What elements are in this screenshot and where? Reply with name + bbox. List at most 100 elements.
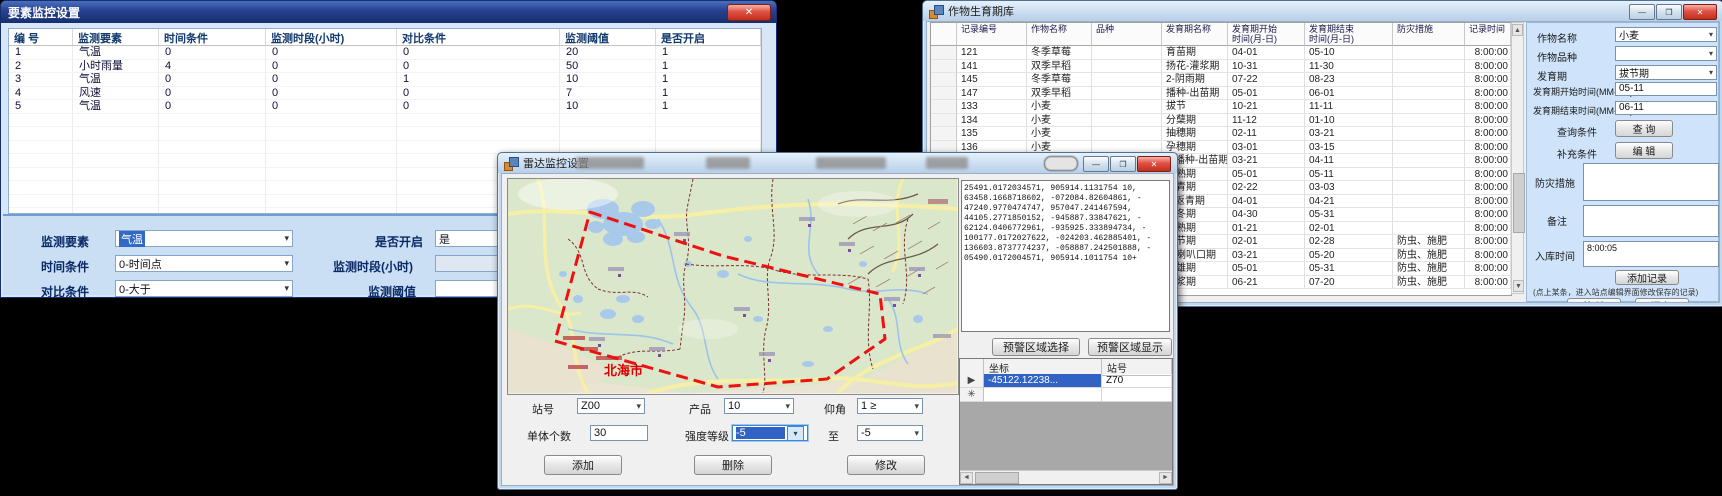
table-row[interactable]: 121冬季草莓育苗期04-0105-108:00:00 [931,46,1511,60]
table-row[interactable]: 145冬季草莓2-阴雨期07-2208-238:00:00 [931,73,1511,87]
table-cell: 05-31 [1305,262,1393,276]
titlebar[interactable]: 要素监控设置 ✕ [1,1,776,23]
station-cell[interactable]: Z70 [1102,374,1172,388]
table-cell[interactable]: 监测时段(小时) [266,29,397,45]
table-cell: 2-阴雨期 [1162,73,1228,87]
table-cell[interactable]: 发育期开始 时间(月-日) [1228,23,1305,46]
add-button[interactable]: 添加 [544,455,622,475]
cell-count-input[interactable]: 30 [590,425,648,441]
delete-button[interactable]: 删除 [694,455,772,475]
table-cell: 3 [9,73,73,87]
intensity-combo[interactable]: -5 ▾ [732,425,808,441]
chevron-down-icon[interactable]: ▾ [787,426,804,441]
table-row[interactable]: 147双季早稻播种-出苗期05-0106-018:00:00 [931,87,1511,101]
table-row[interactable]: 141双季早稻扬花-灌浆期10-3111-308:00:00 [931,60,1511,74]
table-cell[interactable]: 监测要素 [73,29,159,45]
table-row[interactable]: 135小麦抽穗期02-1103-218:00:00 [931,127,1511,141]
table-cell: 10-21 [1228,100,1305,114]
edit-button[interactable]: 编 辑 [1615,142,1673,159]
add-record-button[interactable]: 添加记录 [1615,270,1679,285]
close-icon[interactable]: ✕ [1137,156,1171,172]
table-cell: 05-31 [1305,208,1393,222]
table-cell [73,114,159,128]
table-cell: 11-12 [1228,114,1305,128]
end-time-input[interactable]: 06-11 [1615,101,1717,115]
add-button[interactable]: 添 加 [1635,298,1689,303]
table-cell[interactable]: 记录编号 [957,23,1027,46]
titlebar[interactable]: 作物生育期库 — ❐ ✕ [923,1,1722,21]
table-cell: 防虫、施肥 [1393,262,1465,276]
query-button[interactable]: 查 询 [1615,120,1673,137]
time-cond-combo[interactable]: 0-时间点 ▾ [115,255,293,272]
period-combo[interactable]: 拔节期 ▾ [1615,65,1717,80]
table-row[interactable]: 4风速00071 [9,87,761,101]
table-row[interactable] [9,114,761,128]
monitor-element-label: 监测要素 [41,233,89,250]
coordinates-textarea[interactable]: 25491.0172034571, 905914.1131754 10, 634… [961,180,1170,332]
close-icon[interactable]: ✕ [1683,4,1717,20]
scroll-down-icon[interactable]: ▼ [1513,280,1524,292]
scroll-right-icon[interactable]: ► [1159,472,1172,484]
minimize-icon[interactable]: — [1629,4,1655,20]
coord-cell[interactable]: -45122.12238... [984,374,1102,388]
start-time-input[interactable]: 05-11 [1615,82,1717,96]
minimize-icon[interactable]: — [1083,156,1109,172]
table-row[interactable]: 5气温000101 [9,100,761,114]
table-row[interactable]: 3气温001101 [9,73,761,87]
table-cell[interactable]: 发育期结束 时间(月-日) [1305,23,1393,46]
table-row[interactable]: 134小麦分蘖期11-1201-108:00:00 [931,114,1511,128]
elevation-combo[interactable]: 1 ≥ ▾ [857,398,923,414]
compare-combo[interactable]: 0-大于 ▾ [115,280,293,297]
show-warning-area-button[interactable]: 预警区域显示 [1088,338,1172,356]
table-cell[interactable]: 是否开启 [656,29,761,45]
measure-textarea[interactable] [1583,163,1719,201]
map-canvas[interactable]: 北海市 [508,179,957,393]
remark-textarea[interactable] [1583,205,1719,237]
table-cell[interactable] [931,23,957,46]
select-warning-area-button[interactable]: 预警区域选择 [992,338,1080,356]
intime-textarea[interactable]: 8:00:05 [1583,241,1719,267]
table-cell[interactable]: 记录时间 [1465,23,1511,46]
vertical-scrollbar[interactable]: ▲ ▼ [1511,22,1524,294]
modify-button[interactable]: 修改 [847,455,925,475]
close-icon[interactable]: ✕ [727,4,771,21]
table-cell: 8:00:00 [1465,127,1511,141]
stat-button[interactable]: 统 计 [1567,298,1621,303]
coord-cell[interactable] [984,388,1102,402]
station-combo[interactable]: Z00 ▾ [577,398,645,414]
station-cell[interactable] [1102,388,1172,402]
titlebar[interactable]: 雷达监控设置 — ❐ ✕ [498,153,1177,173]
table-row[interactable]: 1气温000201 [9,46,761,60]
table-cell: 50 [560,60,656,74]
to-combo[interactable]: -5 ▾ [857,425,923,441]
table-cell[interactable]: 时间条件 [159,29,266,45]
app-icon [504,157,518,170]
table-cell[interactable]: 编 号 [9,29,73,45]
table-row[interactable]: 133小麦拔节10-2111-118:00:00 [931,100,1511,114]
variety-combo[interactable]: ▾ [1615,46,1717,61]
table-cell[interactable]: 对比条件 [397,29,560,45]
table-cell[interactable]: 品种 [1092,23,1162,46]
product-combo[interactable]: 10 ▾ [724,398,794,414]
scrollbar-thumb[interactable] [1513,173,1525,233]
crop-name-combo[interactable]: 小麦 ▾ [1615,27,1717,42]
table-row[interactable]: 2小时雨量400501 [9,60,761,74]
table-cell: 4 [9,87,73,101]
monitor-element-combo[interactable]: 气温 ▾ [115,230,293,247]
table-cell [159,127,266,141]
table-cell: 07-20 [1305,276,1393,290]
maximize-icon[interactable]: ❐ [1110,156,1136,172]
horizontal-scrollbar[interactable]: ◄ ► [960,470,1172,484]
grid-row[interactable]: ▶ -45122.12238... Z70 [960,374,1172,388]
table-cell[interactable]: 发育期名称 [1162,23,1228,46]
grid-new-row[interactable]: ✳ [960,388,1172,402]
table-cell[interactable]: 作物名称 [1027,23,1092,46]
scroll-left-icon[interactable]: ◄ [960,472,973,484]
table-cell[interactable]: 防灾措施 [1393,23,1465,46]
maximize-icon[interactable]: ❐ [1656,4,1682,20]
scrollbar-thumb[interactable] [975,472,1019,484]
table-row[interactable] [9,127,761,141]
table-cell [266,195,397,209]
table-cell[interactable]: 监测阈值 [560,29,656,45]
scroll-up-icon[interactable]: ▲ [1512,24,1523,36]
